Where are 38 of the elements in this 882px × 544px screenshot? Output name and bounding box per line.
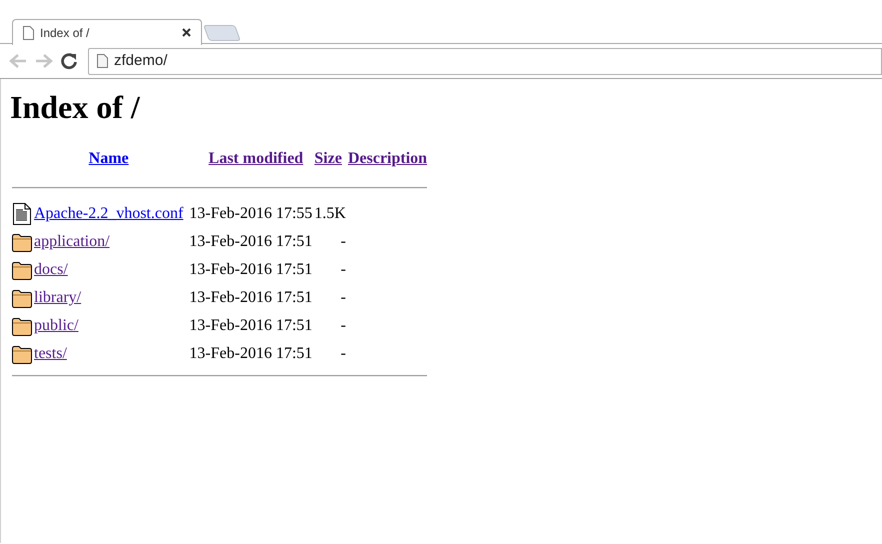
folder-link[interactable]: public/ — [34, 317, 78, 334]
close-icon[interactable] — [182, 28, 191, 37]
date-modified: 13-Feb-2016 17:55 — [189, 205, 312, 222]
column-header-link[interactable]: Last modified — [208, 150, 304, 167]
folder-link[interactable]: library/ — [34, 289, 82, 306]
page-icon — [23, 26, 34, 40]
folder-link[interactable]: docs/ — [34, 261, 68, 278]
new-tab-button[interactable] — [203, 25, 241, 41]
column-header-link[interactable]: Description — [348, 150, 428, 167]
file-size: - — [340, 345, 346, 362]
folder-icon — [12, 316, 32, 336]
column-header-link[interactable]: Name — [88, 150, 129, 167]
file-size: - — [340, 317, 346, 334]
file-size: - — [340, 261, 346, 278]
url-text: zfdemo/ — [114, 50, 168, 71]
file-size: 1.5K — [314, 205, 346, 222]
address-bar[interactable]: zfdemo/ — [88, 48, 882, 74]
file-size: - — [340, 289, 346, 306]
folder-icon — [12, 232, 32, 252]
file-link[interactable]: Apache-2.2_vhost.conf — [34, 205, 184, 222]
reload-icon[interactable] — [60, 52, 78, 70]
browser-tab[interactable]: Index of / — [12, 19, 202, 45]
column-header-link[interactable]: Size — [314, 150, 342, 167]
folder-icon — [12, 288, 32, 308]
date-modified: 13-Feb-2016 17:51 — [189, 317, 312, 334]
date-modified: 13-Feb-2016 17:51 — [189, 345, 312, 362]
page-heading: Index of / — [10, 89, 140, 125]
page-icon — [97, 54, 108, 68]
date-modified: 13-Feb-2016 17:51 — [189, 289, 312, 306]
folder-icon — [12, 260, 32, 280]
folder-link[interactable]: application/ — [34, 233, 110, 250]
tab-title: Index of / — [40, 24, 90, 42]
date-modified: 13-Feb-2016 17:51 — [189, 233, 312, 250]
text-file-icon — [12, 203, 32, 225]
folder-icon — [12, 344, 32, 364]
file-size: - — [340, 233, 346, 250]
folder-link[interactable]: tests/ — [34, 345, 67, 362]
date-modified: 13-Feb-2016 17:51 — [189, 261, 312, 278]
